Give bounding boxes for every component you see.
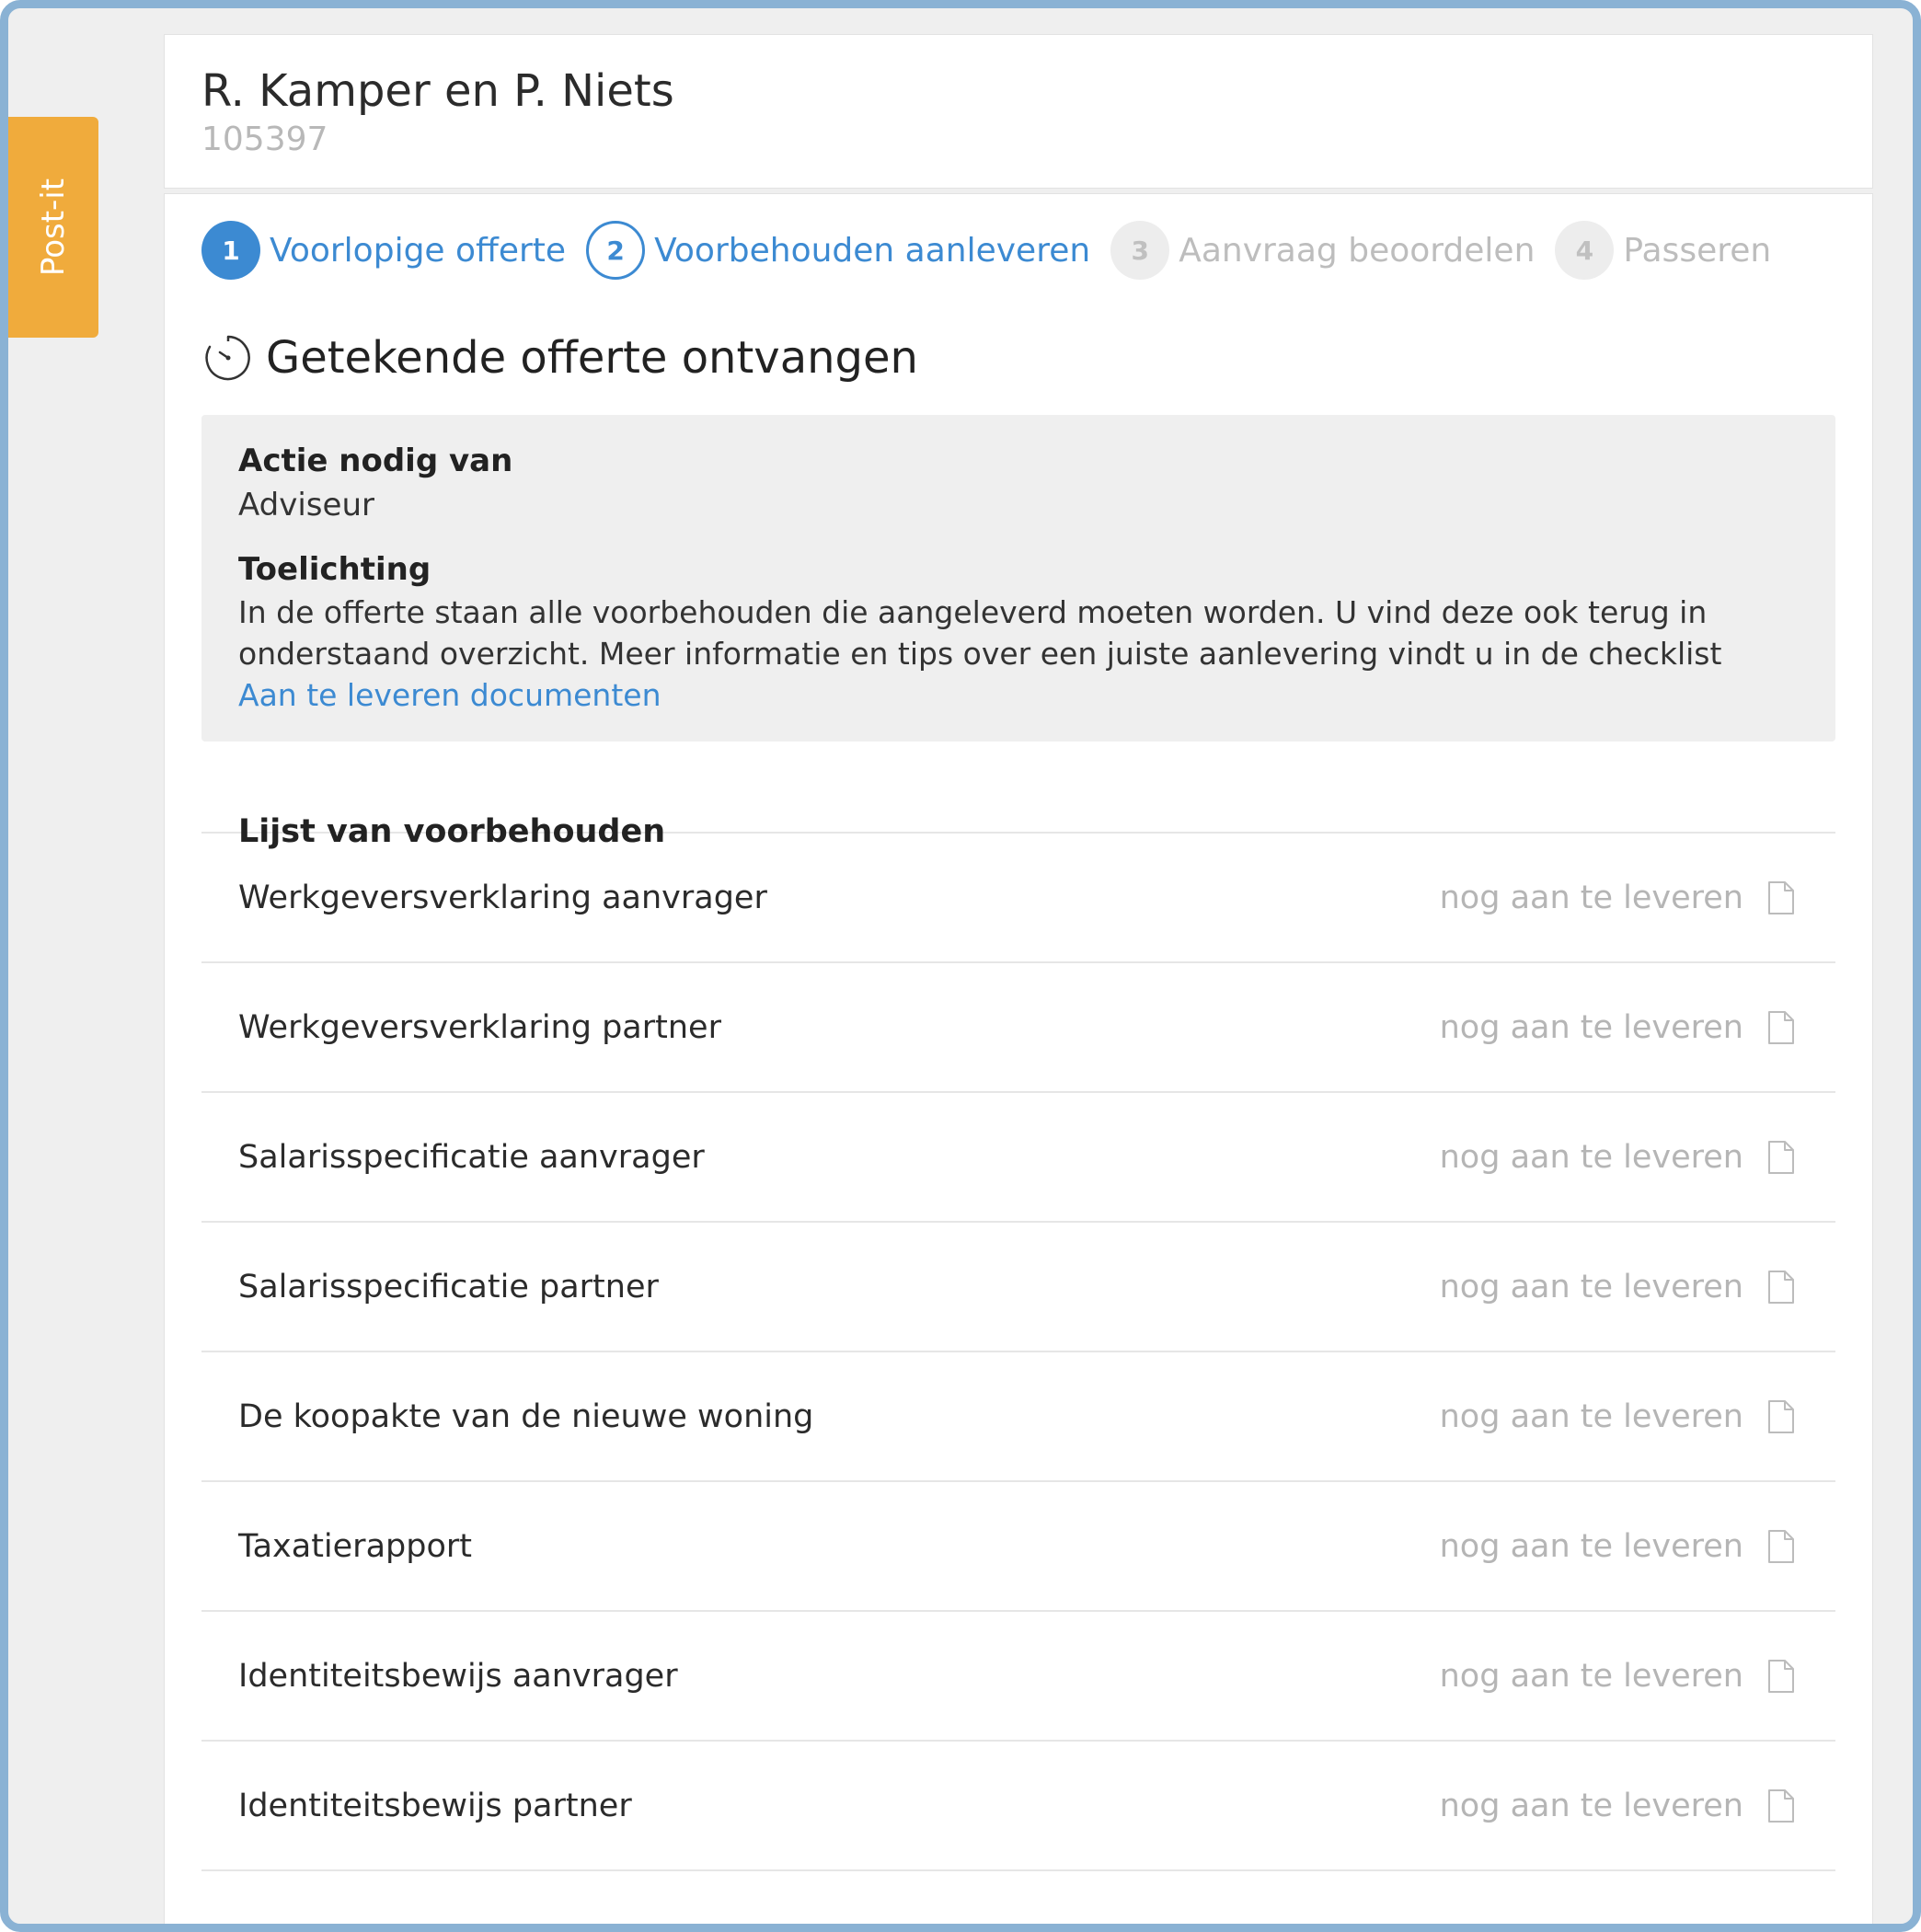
- step-label: Voorbehouden aanleveren: [654, 231, 1091, 270]
- list-item[interactable]: De koopakte van de nieuwe woning nog aan…: [201, 1352, 1835, 1482]
- client-id: 105397: [201, 121, 328, 159]
- item-label: Salarisspecificatie partner: [238, 1268, 659, 1305]
- document-icon[interactable]: [1767, 1659, 1795, 1694]
- list-item[interactable]: Werkgeversverklaring aanvrager nog aan t…: [201, 834, 1835, 963]
- step-voorbehouden-aanleveren[interactable]: 2 Voorbehouden aanleveren: [586, 221, 1090, 280]
- step-voorlopige-offerte[interactable]: 1 Voorlopige offerte: [201, 221, 566, 280]
- item-status: nog aan te leveren: [1439, 1657, 1743, 1695]
- step-label: Passeren: [1623, 231, 1772, 270]
- item-status: nog aan te leveren: [1439, 1527, 1743, 1565]
- step-number-badge: 3: [1110, 221, 1170, 280]
- step-label: Aanvraag beoordelen: [1179, 231, 1536, 270]
- item-label: Salarisspecificatie aanvrager: [238, 1138, 705, 1176]
- documents-link[interactable]: Aan te leveren documenten: [238, 674, 661, 716]
- document-icon[interactable]: [1767, 1788, 1795, 1823]
- step-number-badge: 4: [1555, 221, 1615, 280]
- app-frame: Post-it R. Kamper en P. Niets 105397 1 V…: [0, 0, 1921, 1932]
- list-item[interactable]: Identiteitsbewijs aanvrager nog aan te l…: [201, 1612, 1835, 1742]
- explanation-line-1: In de offerte staan alle voorbehouden di…: [238, 594, 1708, 630]
- item-status: nog aan te leveren: [1439, 1787, 1743, 1824]
- item-label: Identiteitsbewijs aanvrager: [238, 1657, 678, 1695]
- main-panel: 1 Voorlopige offerte 2 Voorbehouden aanl…: [164, 193, 1873, 1924]
- document-icon[interactable]: [1767, 1529, 1795, 1564]
- document-icon[interactable]: [1767, 1270, 1795, 1305]
- document-icon[interactable]: [1767, 1010, 1795, 1045]
- item-status: nog aan te leveren: [1439, 1268, 1743, 1305]
- postit-tab[interactable]: Post-it: [8, 117, 98, 338]
- list-item[interactable]: Salarisspecificatie partner nog aan te l…: [201, 1223, 1835, 1352]
- action-value: Adviseur: [238, 487, 374, 523]
- document-icon[interactable]: [1767, 880, 1795, 915]
- action-label: Actie nodig van: [238, 443, 513, 479]
- reservations-list: Werkgeversverklaring aanvrager nog aan t…: [201, 834, 1835, 1871]
- client-name: R. Kamper en P. Niets: [201, 65, 674, 117]
- document-icon[interactable]: [1767, 1140, 1795, 1175]
- progress-steps: 1 Voorlopige offerte 2 Voorbehouden aanl…: [201, 218, 1835, 282]
- step-label: Voorlopige offerte: [270, 231, 567, 270]
- item-label: De koopakte van de nieuwe woning: [238, 1397, 814, 1435]
- list-item[interactable]: Taxatierapport nog aan te leveren: [201, 1482, 1835, 1612]
- step-aanvraag-beoordelen[interactable]: 3 Aanvraag beoordelen: [1110, 221, 1535, 280]
- action-info-box: Actie nodig van Adviseur Toelichting In …: [201, 415, 1835, 742]
- postit-label: Post-it: [35, 178, 72, 277]
- item-status: nog aan te leveren: [1439, 1397, 1743, 1435]
- item-label: Werkgeversverklaring partner: [238, 1008, 721, 1046]
- step-number-badge: 1: [201, 221, 260, 280]
- item-status: nog aan te leveren: [1439, 1008, 1743, 1046]
- item-label: Taxatierapport: [238, 1527, 472, 1565]
- list-item[interactable]: Identiteitsbewijs partner nog aan te lev…: [201, 1742, 1835, 1871]
- document-icon[interactable]: [1767, 1399, 1795, 1434]
- list-item[interactable]: Salarisspecificatie aanvrager nog aan te…: [201, 1093, 1835, 1223]
- explanation-label: Toelichting: [238, 551, 431, 588]
- timer-icon: [205, 335, 250, 381]
- item-label: Identiteitsbewijs partner: [238, 1787, 632, 1824]
- item-status: nog aan te leveren: [1439, 1138, 1743, 1176]
- step-number-badge: 2: [586, 221, 646, 280]
- list-title: Lijst van voorbehouden: [201, 742, 1835, 850]
- explanation-line-2: onderstaand overzicht. Meer informatie e…: [238, 636, 1722, 672]
- list-item[interactable]: Werkgeversverklaring partner nog aan te …: [201, 963, 1835, 1093]
- item-label: Werkgeversverklaring aanvrager: [238, 879, 767, 916]
- item-status: nog aan te leveren: [1439, 879, 1743, 916]
- step-passeren[interactable]: 4 Passeren: [1555, 221, 1771, 280]
- section-heading: Getekende offerte ontvangen: [201, 330, 1835, 385]
- client-header: R. Kamper en P. Niets 105397: [164, 34, 1873, 189]
- section-title: Getekende offerte ontvangen: [266, 332, 918, 384]
